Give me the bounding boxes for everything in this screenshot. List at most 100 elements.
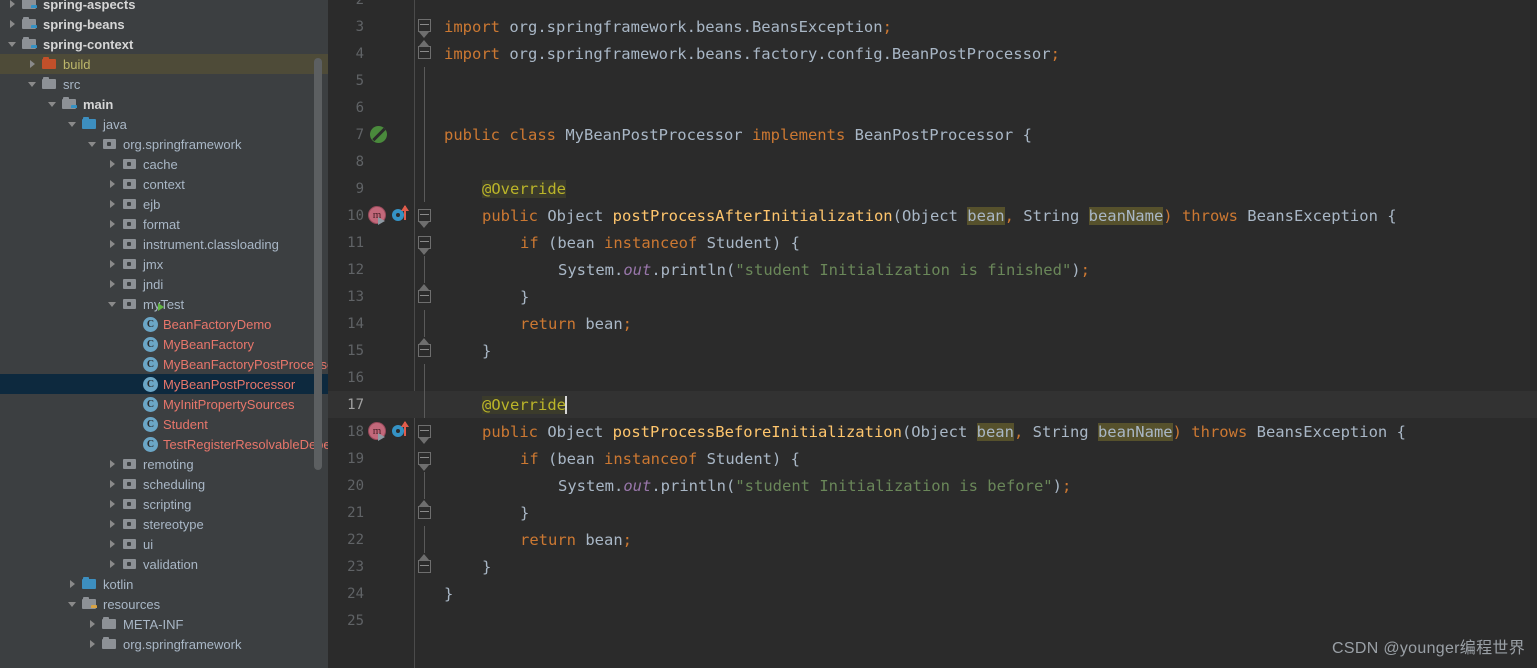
tree-item-resources[interactable]: resources — [0, 594, 328, 614]
code-line-8[interactable]: 8 — [328, 148, 1537, 175]
twisty-expanded-icon[interactable] — [108, 299, 119, 310]
twisty-expanded-icon[interactable] — [88, 139, 99, 150]
code-fold-column[interactable] — [414, 391, 436, 418]
editor-lines[interactable]: 23import org.springframework.beans.Beans… — [328, 0, 1537, 634]
twisty-collapsed-icon[interactable] — [108, 559, 119, 570]
code-fold-column[interactable] — [414, 553, 436, 580]
code-line-3[interactable]: 3 import org.springframework.beans.BeansE… — [328, 13, 1537, 40]
tree-item-spring-aspects[interactable]: spring-aspects — [0, 0, 328, 14]
code-text[interactable]: public Object postProcessAfterInitializa… — [436, 206, 1397, 225]
fold-marker[interactable] — [418, 236, 431, 255]
code-fold-column[interactable] — [414, 310, 436, 337]
tree-item-main[interactable]: main — [0, 94, 328, 114]
code-line-9[interactable]: 9 @Override — [328, 175, 1537, 202]
twisty-collapsed-icon[interactable] — [108, 459, 119, 470]
tree-item-mybeanpostprocessor[interactable]: C MyBeanPostProcessor — [0, 374, 328, 394]
tree-item-ui[interactable]: ui — [0, 534, 328, 554]
twisty-collapsed-icon[interactable] — [8, 19, 19, 30]
twisty-expanded-icon[interactable] — [28, 79, 39, 90]
gutter-glyph-area[interactable] — [366, 364, 414, 391]
twisty-expanded-icon[interactable] — [68, 119, 79, 130]
code-text[interactable]: public class MyBeanPostProcessor impleme… — [436, 126, 1032, 144]
code-text[interactable]: } — [436, 585, 453, 603]
gutter-glyph-area[interactable] — [366, 283, 414, 310]
gutter-glyph-area[interactable] — [366, 472, 414, 499]
code-line-18[interactable]: 18 m public Object postProcessBeforeInitia… — [328, 418, 1537, 445]
code-text[interactable]: return bean; — [436, 315, 632, 333]
code-fold-column[interactable] — [414, 472, 436, 499]
twisty-expanded-icon[interactable] — [8, 39, 19, 50]
tree-item-meta-inf[interactable]: META-INF — [0, 614, 328, 634]
fold-marker[interactable] — [418, 554, 431, 573]
gutter-glyph-area[interactable] — [366, 580, 414, 607]
tree-item-stereotype[interactable]: stereotype — [0, 514, 328, 534]
code-fold-column[interactable] — [414, 607, 436, 634]
override-method-icon[interactable]: m — [368, 422, 386, 441]
code-text[interactable]: } — [436, 342, 491, 360]
fold-marker[interactable] — [418, 452, 431, 471]
code-text[interactable]: if (bean instanceof Student) { — [436, 234, 800, 252]
code-line-6[interactable]: 6 — [328, 94, 1537, 121]
tree-item-myinitpropertysources[interactable]: C MyInitPropertySources — [0, 394, 328, 414]
gutter-glyph-area[interactable] — [366, 526, 414, 553]
code-line-16[interactable]: 16 — [328, 364, 1537, 391]
tree-item-format[interactable]: format — [0, 214, 328, 234]
tree-item-spring-context[interactable]: spring-context — [0, 34, 328, 54]
code-fold-column[interactable] — [414, 283, 436, 310]
code-line-24[interactable]: 24} — [328, 580, 1537, 607]
code-line-14[interactable]: 14 return bean; — [328, 310, 1537, 337]
tree-item-java[interactable]: java — [0, 114, 328, 134]
tree-item-testregisterresolvabledependency[interactable]: C TestRegisterResolvableDependency — [0, 434, 328, 454]
code-fold-column[interactable] — [414, 67, 436, 94]
code-line-23[interactable]: 23} — [328, 553, 1537, 580]
twisty-collapsed-icon[interactable] — [28, 59, 39, 70]
gutter-glyph-area[interactable] — [366, 607, 414, 634]
twisty-collapsed-icon[interactable] — [108, 279, 119, 290]
gutter-glyph-area[interactable]: m — [366, 202, 414, 229]
code-text[interactable]: if (bean instanceof Student) { — [436, 450, 800, 468]
code-line-15[interactable]: 15} — [328, 337, 1537, 364]
code-fold-column[interactable] — [414, 418, 436, 445]
gutter-glyph-area[interactable] — [366, 310, 414, 337]
twisty-collapsed-icon[interactable] — [108, 179, 119, 190]
project-tree-list[interactable]: spring-aspects spring-beans spring-context… — [0, 0, 328, 654]
tree-item-src[interactable]: src — [0, 74, 328, 94]
code-fold-column[interactable] — [414, 148, 436, 175]
tree-item-validation[interactable]: validation — [0, 554, 328, 574]
twisty-collapsed-icon[interactable] — [108, 219, 119, 230]
fold-marker[interactable] — [418, 284, 431, 303]
tree-item-beanfactorydemo[interactable]: C BeanFactoryDemo — [0, 302, 328, 334]
gutter-glyph-area[interactable] — [366, 256, 414, 283]
code-line-11[interactable]: 11 if (bean instanceof Student) { — [328, 229, 1537, 256]
code-line-12[interactable]: 12 System.out.println("student Initializa… — [328, 256, 1537, 283]
tree-item-mybeanfactorypostprocessor[interactable]: C MyBeanFactoryPostProcessor — [0, 354, 328, 374]
implementing-method-icon[interactable] — [392, 421, 409, 437]
editor-panel[interactable]: 23import org.springframework.beans.Beans… — [328, 0, 1537, 668]
code-text[interactable]: @Override — [436, 395, 567, 414]
code-fold-column[interactable] — [414, 526, 436, 553]
gutter-glyph-area[interactable] — [366, 40, 414, 67]
code-fold-column[interactable] — [414, 256, 436, 283]
tree-item-mybeanfactory[interactable]: C MyBeanFactory — [0, 334, 328, 354]
code-text[interactable]: } — [436, 558, 491, 576]
tree-item-scripting[interactable]: scripting — [0, 494, 328, 514]
code-line-19[interactable]: 19 if (bean instanceof Student) { — [328, 445, 1537, 472]
code-text[interactable]: System.out.println("student Initializati… — [436, 477, 1071, 495]
tree-item-scheduling[interactable]: scheduling — [0, 474, 328, 494]
code-fold-column[interactable] — [414, 175, 436, 202]
tree-item-instrument-classloading[interactable]: instrument.classloading — [0, 234, 328, 254]
gutter-glyph-area[interactable] — [366, 94, 414, 121]
gutter-glyph-area[interactable] — [366, 67, 414, 94]
twisty-collapsed-icon[interactable] — [108, 199, 119, 210]
code-fold-column[interactable] — [414, 580, 436, 607]
code-line-10[interactable]: 10 m public Object postProcessAfterInitial… — [328, 202, 1537, 229]
tree-item-student[interactable]: C Student — [0, 414, 328, 434]
code-fold-column[interactable] — [414, 13, 436, 40]
twisty-expanded-icon[interactable] — [48, 99, 59, 110]
twisty-collapsed-icon[interactable] — [108, 479, 119, 490]
fold-marker[interactable] — [418, 209, 431, 228]
code-line-20[interactable]: 20 System.out.println("student Initializa… — [328, 472, 1537, 499]
code-fold-column[interactable] — [414, 40, 436, 67]
code-line-17[interactable]: 17 @Override — [328, 391, 1537, 418]
twisty-expanded-icon[interactable] — [68, 599, 79, 610]
